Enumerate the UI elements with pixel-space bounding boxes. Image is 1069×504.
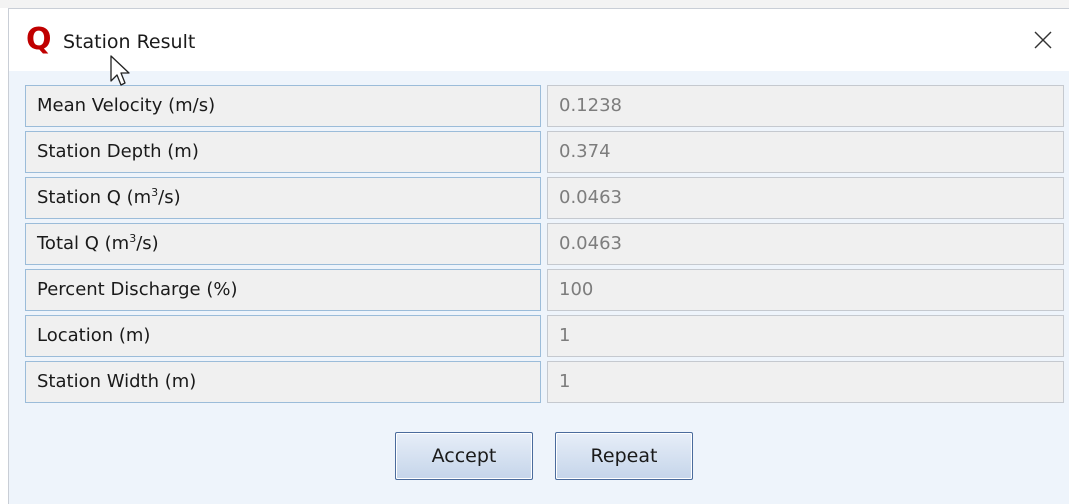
total-q-label: Total Q (m3/s)	[25, 223, 541, 265]
location-label: Location (m)	[25, 315, 541, 357]
station-depth-value[interactable]: 0.374	[547, 131, 1064, 173]
result-row: Mean Velocity (m/s) 0.1238	[25, 85, 1064, 131]
station-width-label: Station Width (m)	[25, 361, 541, 403]
station-result-dialog: Q Station Result Mean Velocity (m/s) 0.1…	[8, 8, 1069, 504]
mean-velocity-label: Mean Velocity (m/s)	[25, 85, 541, 127]
station-q-label-text: Station Q (m	[37, 187, 152, 208]
station-depth-label: Station Depth (m)	[25, 131, 541, 173]
percent-discharge-value[interactable]: 100	[547, 269, 1064, 311]
mean-velocity-value[interactable]: 0.1238	[547, 85, 1064, 127]
window-title: Station Result	[63, 31, 196, 53]
accept-button[interactable]: Accept	[395, 432, 533, 480]
location-value[interactable]: 1	[547, 315, 1064, 357]
station-width-value[interactable]: 1	[547, 361, 1064, 403]
total-q-label-unit: /s)	[136, 233, 159, 254]
total-q-value[interactable]: 0.0463	[547, 223, 1064, 265]
result-row: Percent Discharge (%) 100	[25, 269, 1064, 315]
result-row: Station Depth (m) 0.374	[25, 131, 1064, 177]
title-bar: Q Station Result	[9, 9, 1069, 71]
result-row: Station Width (m) 1	[25, 361, 1064, 407]
app-q-icon: Q	[26, 22, 52, 57]
result-row: Total Q (m3/s) 0.0463	[25, 223, 1064, 269]
result-row: Station Q (m3/s) 0.0463	[25, 177, 1064, 223]
close-button[interactable]	[1025, 23, 1061, 57]
close-icon	[1034, 31, 1052, 49]
station-q-value[interactable]: 0.0463	[547, 177, 1064, 219]
repeat-button[interactable]: Repeat	[555, 432, 693, 480]
station-q-label: Station Q (m3/s)	[25, 177, 541, 219]
total-q-label-text: Total Q (m	[37, 233, 130, 254]
results-grid: Mean Velocity (m/s) 0.1238 Station Depth…	[25, 85, 1064, 407]
percent-discharge-label: Percent Discharge (%)	[25, 269, 541, 311]
mouse-pointer-icon	[110, 55, 130, 86]
result-row: Location (m) 1	[25, 315, 1064, 361]
background-strip	[0, 0, 1069, 8]
station-q-label-unit: /s)	[158, 187, 181, 208]
